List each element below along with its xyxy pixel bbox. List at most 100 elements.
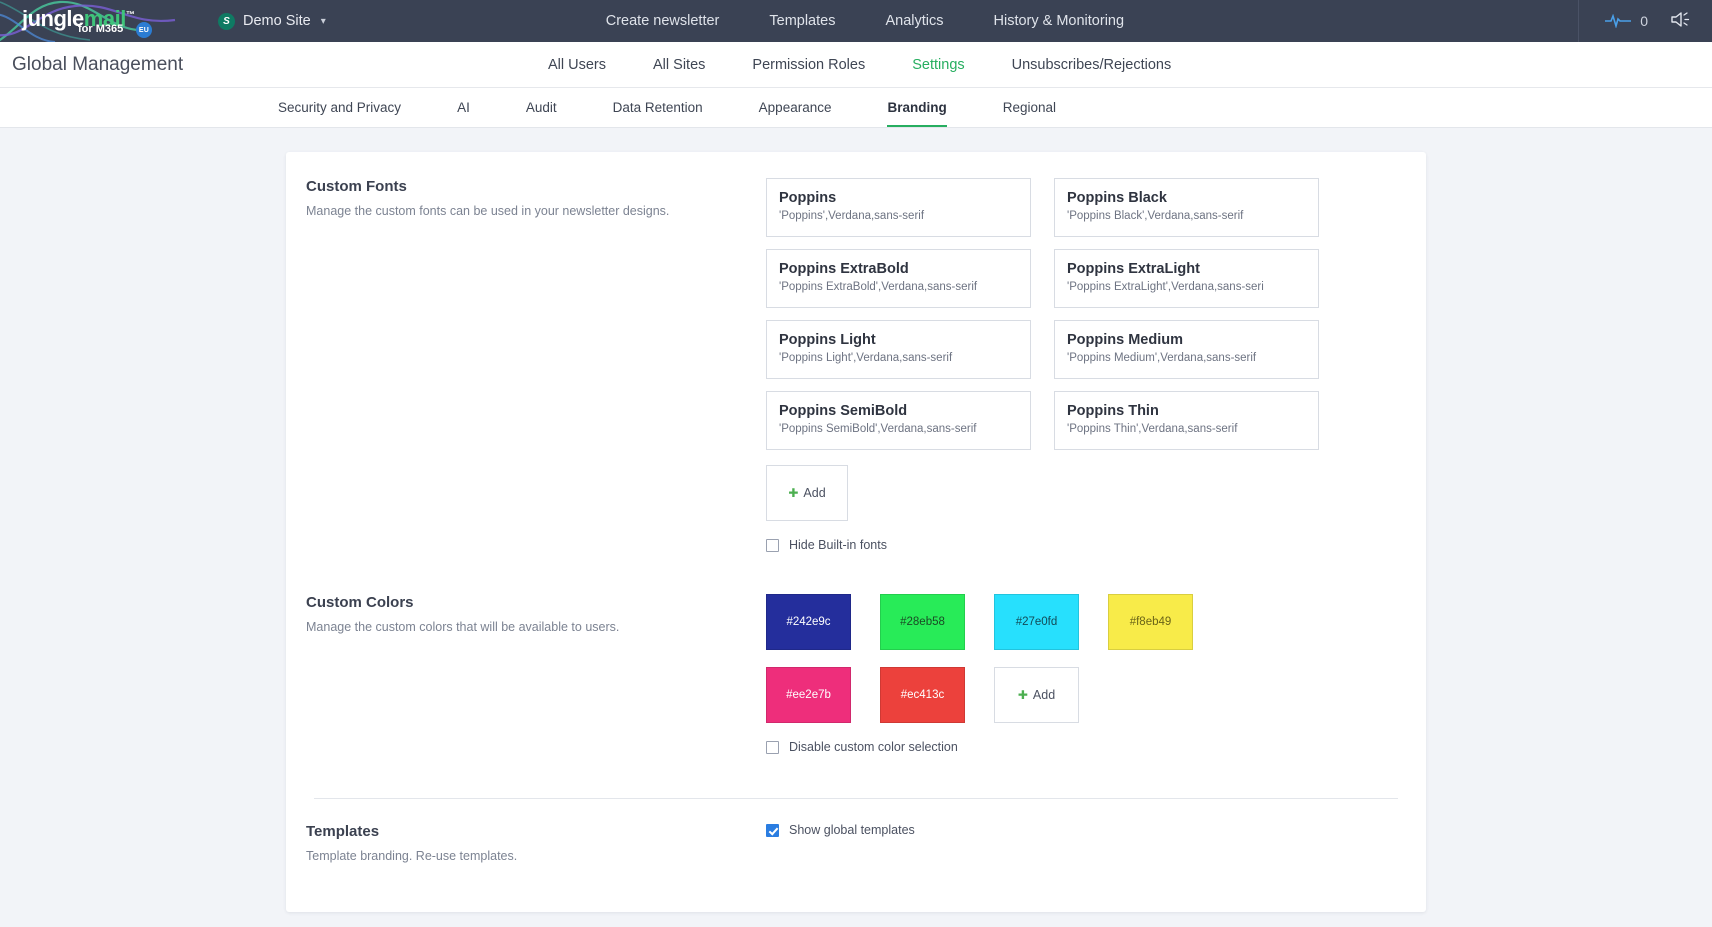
font-card[interactable]: Poppins Medium 'Poppins Medium',Verdana,… — [1054, 320, 1319, 379]
font-card-stack: 'Poppins ExtraLight',Verdana,sans-seri — [1067, 281, 1264, 293]
chevron-down-icon: ▾ — [320, 15, 326, 27]
custom-colors-section: Custom Colors Manage the custom colors t… — [306, 594, 1406, 754]
custom-colors-title: Custom Colors — [306, 594, 414, 611]
add-font-button[interactable]: ✚ Add — [766, 465, 848, 521]
site-selector[interactable]: S Demo Site ▾ — [208, 9, 336, 34]
color-swatch[interactable]: #27e0fd — [994, 594, 1079, 650]
sharepoint-icon: S — [218, 12, 235, 30]
font-card[interactable]: Poppins ExtraBold 'Poppins ExtraBold',Ve… — [766, 249, 1031, 308]
font-card-stack: 'Poppins ExtraBold',Verdana,sans-serif — [779, 281, 978, 293]
app-logo[interactable]: junglemail™ for M365 EU — [0, 0, 200, 42]
logo-subtitle: for M365 — [78, 23, 124, 35]
font-card[interactable]: Poppins 'Poppins',Verdana,sans-serif — [766, 178, 1031, 237]
logo-trademark: ™ — [125, 9, 135, 20]
add-color-button[interactable]: ✚ Add — [994, 667, 1079, 723]
site-selector-label: Demo Site — [243, 13, 311, 29]
font-card-name: Poppins ExtraLight — [1067, 261, 1200, 277]
custom-fonts-description: Manage the custom fonts can be used in y… — [306, 204, 670, 218]
font-card-name: Poppins Light — [779, 332, 876, 348]
color-swatch-label: #ec413c — [900, 689, 945, 701]
font-card-stack: 'Poppins',Verdana,sans-serif — [779, 210, 925, 222]
color-swatch[interactable]: #ec413c — [880, 667, 965, 723]
color-swatch[interactable]: #28eb58 — [880, 594, 965, 650]
section-nav-unsubscribes-rejections[interactable]: Unsubscribes/Rejections — [1012, 57, 1172, 73]
nav-item-analytics[interactable]: Analytics — [885, 13, 943, 29]
settings-tab-bar: Security and Privacy AI Audit Data Reten… — [0, 88, 1712, 128]
tab-branding[interactable]: Branding — [887, 100, 947, 127]
eu-region-badge: EU — [136, 22, 152, 38]
color-swatch-label: #28eb58 — [900, 616, 945, 628]
add-color-label: Add — [1032, 688, 1056, 702]
color-swatch[interactable]: #f8eb49 — [1108, 594, 1193, 650]
custom-fonts-controls: Poppins 'Poppins',Verdana,sans-serif Pop… — [766, 178, 1406, 552]
show-global-templates-checkbox[interactable] — [766, 823, 779, 837]
announcements-button[interactable] — [1670, 10, 1692, 33]
primary-nav: Create newsletter Templates Analytics Hi… — [606, 13, 1124, 29]
templates-description: Template branding. Re-use templates. — [306, 849, 518, 863]
custom-fonts-section: Custom Fonts Manage the custom fonts can… — [306, 178, 1406, 552]
color-swatch-label: #242e9c — [786, 616, 831, 628]
disable-custom-color-checkbox[interactable] — [766, 740, 779, 754]
color-swatch[interactable]: #242e9c — [766, 594, 851, 650]
font-card-name: Poppins Black — [1067, 190, 1167, 206]
templates-section: Templates Template branding. Re-use temp… — [306, 823, 1406, 863]
top-bar-actions: 0 — [1578, 0, 1712, 42]
logo-text-jungle: jungle — [22, 6, 84, 31]
font-card[interactable]: Poppins SemiBold 'Poppins SemiBold',Verd… — [766, 391, 1031, 450]
hide-builtin-fonts-checkbox[interactable] — [766, 538, 779, 552]
custom-fonts-info: Custom Fonts Manage the custom fonts can… — [306, 178, 766, 552]
top-bar: junglemail™ for M365 EU S Demo Site ▾ Cr… — [0, 0, 1712, 42]
branding-settings-card: Custom Fonts Manage the custom fonts can… — [286, 152, 1426, 912]
tab-ai[interactable]: AI — [457, 100, 470, 127]
page-header: Global Management All Users All Sites Pe… — [0, 42, 1712, 88]
nav-item-templates[interactable]: Templates — [769, 13, 835, 29]
megaphone-icon — [1671, 11, 1690, 27]
activity-indicator[interactable]: 0 — [1605, 13, 1648, 29]
font-card-name: Poppins Thin — [1067, 403, 1159, 419]
plus-icon: ✚ — [788, 486, 799, 500]
show-global-templates-label: Show global templates — [789, 823, 915, 837]
section-nav-settings[interactable]: Settings — [912, 57, 964, 73]
color-swatch-grid: #242e9c #28eb58 #27e0fd #f8eb49 #ee2e7b — [766, 594, 1406, 723]
font-card-name: Poppins ExtraBold — [779, 261, 909, 277]
section-divider — [314, 798, 1398, 799]
font-card[interactable]: Poppins Black 'Poppins Black',Verdana,sa… — [1054, 178, 1319, 237]
disable-custom-color-label: Disable custom color selection — [789, 740, 958, 754]
color-swatch-label: #27e0fd — [1015, 616, 1058, 628]
font-card[interactable]: Poppins ExtraLight 'Poppins ExtraLight',… — [1054, 249, 1319, 308]
templates-title: Templates — [306, 823, 380, 840]
font-card-grid: Poppins 'Poppins',Verdana,sans-serif Pop… — [766, 178, 1406, 450]
font-card[interactable]: Poppins Light 'Poppins Light',Verdana,sa… — [766, 320, 1031, 379]
show-global-templates-row: Show global templates — [766, 823, 1406, 837]
custom-colors-info: Custom Colors Manage the custom colors t… — [306, 594, 766, 754]
nav-item-history-monitoring[interactable]: History & Monitoring — [994, 13, 1125, 29]
section-nav-all-sites[interactable]: All Sites — [653, 57, 705, 73]
content-area: Custom Fonts Manage the custom fonts can… — [0, 128, 1712, 927]
font-card-stack: 'Poppins SemiBold',Verdana,sans-serif — [779, 423, 977, 435]
templates-info: Templates Template branding. Re-use temp… — [306, 823, 766, 863]
tab-regional[interactable]: Regional — [1003, 100, 1056, 127]
font-card-name: Poppins — [779, 190, 837, 206]
hide-builtin-fonts-row: Hide Built-in fonts — [766, 538, 1406, 552]
nav-item-create-newsletter[interactable]: Create newsletter — [606, 13, 720, 29]
font-card-name: Poppins SemiBold — [779, 403, 908, 419]
activity-icon — [1605, 14, 1632, 28]
tab-audit[interactable]: Audit — [526, 100, 557, 127]
custom-fonts-title: Custom Fonts — [306, 178, 407, 195]
font-card-stack: 'Poppins Thin',Verdana,sans-serif — [1067, 423, 1238, 435]
hide-builtin-fonts-label: Hide Built-in fonts — [789, 538, 887, 552]
font-card-stack: 'Poppins Black',Verdana,sans-serif — [1067, 210, 1244, 222]
activity-count: 0 — [1640, 13, 1648, 29]
section-nav-permission-roles[interactable]: Permission Roles — [752, 57, 865, 73]
font-card-name: Poppins Medium — [1067, 332, 1183, 348]
font-card[interactable]: Poppins Thin 'Poppins Thin',Verdana,sans… — [1054, 391, 1319, 450]
page-title: Global Management — [12, 53, 184, 75]
custom-colors-controls: #242e9c #28eb58 #27e0fd #f8eb49 #ee2e7b — [766, 594, 1406, 754]
section-nav-all-users[interactable]: All Users — [548, 57, 606, 73]
color-swatch[interactable]: #ee2e7b — [766, 667, 851, 723]
plus-icon: ✚ — [1017, 688, 1028, 702]
tab-security-and-privacy[interactable]: Security and Privacy — [278, 100, 401, 127]
tab-appearance[interactable]: Appearance — [759, 100, 832, 127]
tab-data-retention[interactable]: Data Retention — [613, 100, 703, 127]
font-card-stack: 'Poppins Light',Verdana,sans-serif — [779, 352, 953, 364]
